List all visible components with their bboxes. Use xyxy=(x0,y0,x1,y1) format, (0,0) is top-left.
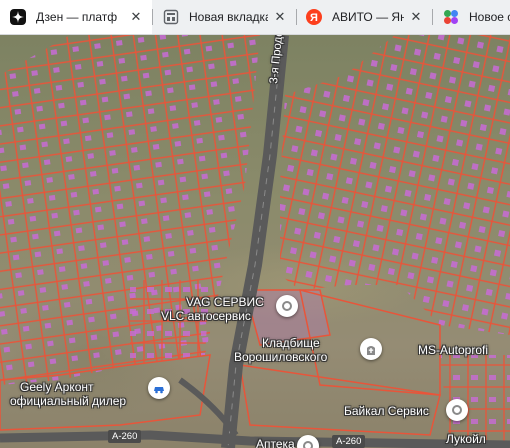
poi-label-lukoil[interactable]: Лукойл xyxy=(446,432,486,446)
cemetery-pin-icon[interactable] xyxy=(360,338,382,360)
tab-new-tab[interactable]: Новая вкладка ✕ xyxy=(153,0,296,34)
close-tab-icon[interactable]: ✕ xyxy=(408,9,424,25)
poi-label-geely-2[interactable]: официальный дилер xyxy=(10,394,126,408)
tab-dzen[interactable]: Дзен — платф ✕ xyxy=(0,0,152,34)
poi-label-ms[interactable]: MS-Autoprofi xyxy=(418,343,488,357)
apps-icon xyxy=(444,10,458,24)
road-shield: А-260 xyxy=(332,435,366,448)
poi-label-geely-1[interactable]: Geely Арконт xyxy=(20,380,94,394)
tab-avito[interactable]: Я АВИТО — Янд ✕ xyxy=(296,0,432,34)
tab-title: Новое с xyxy=(469,10,510,24)
new-tab-icon xyxy=(163,9,179,25)
road-shield: А-260 xyxy=(108,430,142,443)
browser-tab-strip: Дзен — платф ✕ Новая вкладка ✕ Я АВИТО —… xyxy=(0,0,510,35)
satellite-map[interactable]: 3-я Продо VAG СЕРВИС VLC автосервис Клад… xyxy=(0,35,510,448)
close-tab-icon[interactable]: ✕ xyxy=(128,9,144,25)
svg-text:Я: Я xyxy=(310,12,318,24)
poi-label-vlc[interactable]: VLC автосервис xyxy=(161,309,251,323)
poi-label-apteka[interactable]: Аптека xyxy=(256,437,295,448)
poi-label-vag[interactable]: VAG СЕРВИС xyxy=(186,295,264,309)
dzen-icon xyxy=(10,9,26,25)
tab-title: Новая вкладка xyxy=(189,10,268,24)
poi-label-baikal[interactable]: Байкал Сервис xyxy=(344,404,429,418)
tab-title: АВИТО — Янд xyxy=(332,10,404,24)
close-tab-icon[interactable]: ✕ xyxy=(272,9,288,25)
poi-label-cemetery-1[interactable]: Кладбище xyxy=(262,336,320,350)
service-pin-icon[interactable] xyxy=(446,399,468,421)
car-dealer-pin-icon[interactable] xyxy=(148,377,170,399)
poi-label-cemetery-2[interactable]: Ворошиловского xyxy=(234,350,327,364)
tab-title: Дзен — платф xyxy=(36,10,118,24)
yandex-icon: Я xyxy=(306,9,322,25)
autoservice-pin-icon[interactable] xyxy=(276,295,298,317)
tab-new[interactable]: Новое с xyxy=(433,0,510,34)
